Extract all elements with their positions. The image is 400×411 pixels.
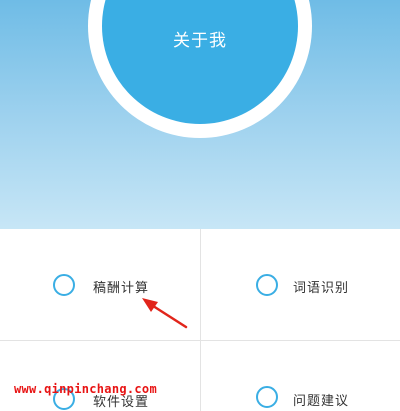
about-me-ring: 关于我: [88, 0, 312, 138]
about-me-label: 关于我: [173, 31, 227, 51]
menu-item-label: 问题建议: [293, 394, 350, 409]
menu-item-software-settings[interactable]: 软件设置: [0, 341, 200, 411]
profile-header: 关于我: [0, 0, 400, 229]
menu-item-feedback[interactable]: 问题建议: [201, 341, 400, 411]
about-me-button[interactable]: 关于我: [102, 0, 298, 124]
site-watermark: www.qinpinchang.com: [14, 382, 157, 396]
menu-item-label: 词语识别: [293, 281, 350, 296]
annotation-arrow-icon: [142, 298, 188, 329]
circle-outline-icon: [53, 274, 75, 296]
menu-item-word-recognition[interactable]: 词语识别: [201, 229, 400, 340]
circle-outline-icon: [256, 274, 278, 296]
circle-outline-icon: [256, 386, 278, 408]
